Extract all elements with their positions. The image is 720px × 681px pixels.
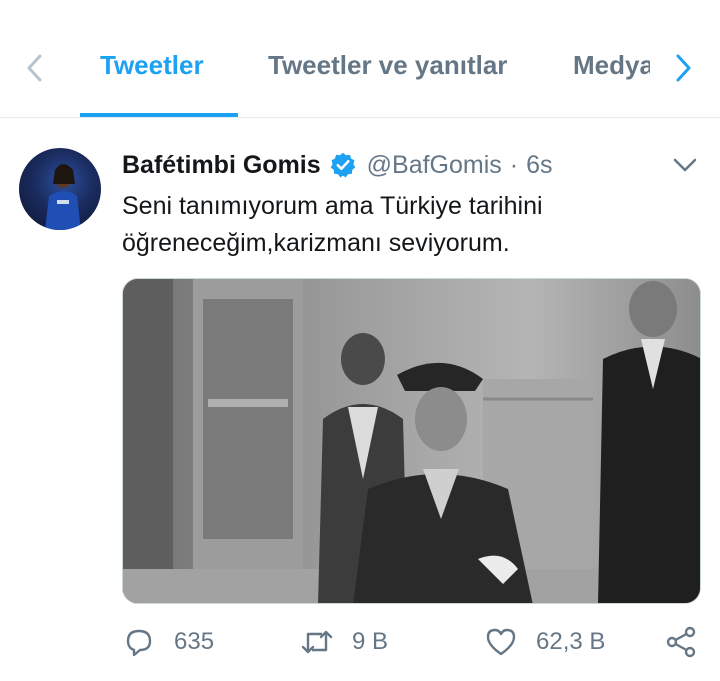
share-icon <box>666 626 696 658</box>
tweet-text-line: öğreneceğim,karizmanı seviyorum. <box>122 229 510 257</box>
like-button[interactable]: 62,3 B <box>484 622 605 662</box>
tweet-header: Bafétimbi Gomis @BafGomis · 6s <box>122 148 553 182</box>
reply-icon <box>126 629 152 657</box>
tab-tweets[interactable]: Tweetler <box>100 50 204 81</box>
meta-separator: · <box>509 150 519 179</box>
active-tab-indicator <box>80 113 238 117</box>
author-handle[interactable]: @BafGomis <box>367 151 502 180</box>
tweet-media-photo[interactable] <box>122 278 701 604</box>
retweet-count: 9 B <box>352 628 389 655</box>
tab-media[interactable]: Medya <box>573 50 650 81</box>
avatar[interactable] <box>19 148 101 230</box>
retweet-button[interactable]: 9 B <box>300 622 388 662</box>
like-count: 62,3 B <box>536 628 606 655</box>
share-button[interactable] <box>664 622 698 662</box>
caret-down-icon[interactable] <box>670 150 700 180</box>
tweet-text-line: Seni tanımıyorum ama Türkiye tarihini <box>122 192 543 220</box>
chevron-right-icon[interactable] <box>670 52 698 84</box>
reply-count: 635 <box>174 628 215 655</box>
like-icon <box>486 628 516 656</box>
author-name[interactable]: Bafétimbi Gomis <box>122 151 321 180</box>
reply-button[interactable]: 635 <box>122 622 214 662</box>
tweet-time[interactable]: 6s <box>526 151 552 180</box>
chevron-left-icon[interactable] <box>20 52 48 84</box>
tweet-text: Seni tanımıyorum ama Türkiye tarihini öğ… <box>122 188 682 262</box>
profile-tabs: Tweetler Tweetler ve yanıtlar Medya <box>0 0 720 118</box>
tweet-actions: 635 9 B 62,3 B <box>0 620 720 670</box>
verified-badge-icon <box>330 152 355 178</box>
tab-tweets-and-replies[interactable]: Tweetler ve yanıtlar <box>268 50 507 81</box>
retweet-icon <box>301 630 333 654</box>
